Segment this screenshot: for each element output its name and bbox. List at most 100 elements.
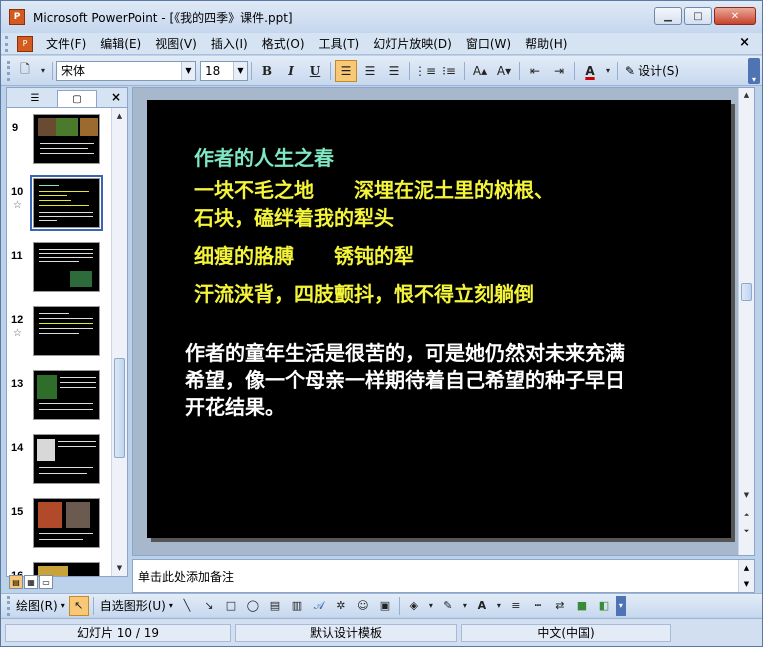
line-color-button[interactable]: ✎: [438, 596, 458, 616]
menu-view[interactable]: 视图(V): [148, 34, 204, 54]
fill-color-dropdown[interactable]: ▾: [426, 596, 436, 616]
textbox-button[interactable]: ▤: [265, 596, 285, 616]
picture-button[interactable]: ▣: [375, 596, 395, 616]
menu-window[interactable]: 窗口(W): [459, 34, 518, 54]
close-window-button[interactable]: ✕: [714, 7, 756, 25]
font-color-button[interactable]: A: [579, 60, 601, 82]
previous-slide-icon[interactable]: ⏶: [739, 508, 754, 522]
arrow-style-button[interactable]: ⇄: [550, 596, 570, 616]
draw-font-color-button[interactable]: A: [472, 596, 492, 616]
numbering-button[interactable]: ⋮≡: [414, 60, 436, 82]
tab-slides[interactable]: ▢: [57, 90, 97, 107]
diagram-button[interactable]: ✲: [331, 596, 351, 616]
bullets-button[interactable]: ⁝≡: [438, 60, 460, 82]
toolbar-grip[interactable]: [7, 60, 13, 81]
3d-style-button[interactable]: ◧: [594, 596, 614, 616]
thumbnail-row[interactable]: 14: [7, 434, 111, 498]
rectangle-button[interactable]: □: [221, 596, 241, 616]
normal-view-button[interactable]: ▤: [9, 575, 23, 589]
menu-insert[interactable]: 插入(I): [204, 34, 255, 54]
toolbar-grip[interactable]: [7, 595, 13, 616]
toolbar-options-button[interactable]: ▾: [615, 595, 626, 616]
next-slide-icon[interactable]: ⏷: [739, 524, 754, 538]
font-name-combo[interactable]: 宋体 ▼: [56, 60, 196, 81]
thumbnail-row[interactable]: 15: [7, 498, 111, 562]
line-button[interactable]: ╲: [177, 596, 197, 616]
slide-thumbnail[interactable]: [33, 306, 100, 356]
draw-font-color-dropdown[interactable]: ▾: [494, 596, 504, 616]
autoshapes-menu-button[interactable]: 自选图形(U) ▾: [100, 597, 173, 614]
slide-scrollbar[interactable]: ▲ ▼ ⏶ ⏷: [738, 88, 754, 555]
dash-style-button[interactable]: ┅: [528, 596, 548, 616]
close-document-button[interactable]: ×: [739, 35, 750, 50]
arrow-button[interactable]: ↘: [199, 596, 219, 616]
slide-thumbnail[interactable]: [33, 434, 100, 484]
document-icon[interactable]: P: [17, 35, 33, 52]
title-bar[interactable]: P Microsoft PowerPoint - [《我的四季》课件.ppt] …: [1, 1, 762, 33]
thumbnail-row[interactable]: 12 ☆: [7, 306, 111, 370]
slide-yellow-line[interactable]: 一块不毛之地 深埋在泥土里的树根、: [194, 176, 554, 204]
line-style-button[interactable]: ≡: [506, 596, 526, 616]
underline-button[interactable]: U: [304, 60, 326, 82]
slide-thumbnail[interactable]: [33, 370, 100, 420]
tab-outline[interactable]: ☰: [15, 90, 55, 107]
font-size-combo[interactable]: 18 ▼: [200, 60, 248, 81]
status-design-template[interactable]: 默认设计模板: [235, 623, 457, 642]
chevron-down-icon[interactable]: ▼: [233, 61, 247, 80]
menu-edit[interactable]: 编辑(E): [93, 34, 148, 54]
select-objects-button[interactable]: ↖: [68, 595, 89, 616]
slide-thumbnail[interactable]: [33, 562, 100, 576]
scrollbar-thumb[interactable]: [114, 358, 125, 458]
menu-slideshow[interactable]: 幻灯片放映(D): [366, 34, 459, 54]
chevron-down-icon[interactable]: ▼: [181, 61, 195, 80]
menu-format[interactable]: 格式(O): [255, 34, 312, 54]
increase-font-button[interactable]: A▴: [469, 60, 491, 82]
close-panel-button[interactable]: ×: [111, 90, 121, 104]
slide-yellow-line[interactable]: 细瘦的胳膊 锈钝的犁: [194, 242, 414, 270]
font-color-dropdown[interactable]: ▾: [603, 60, 613, 82]
scrollbar-thumb[interactable]: [741, 283, 752, 301]
notes-pane[interactable]: 单击此处添加备注 ▲ ▼: [132, 559, 755, 593]
slide-thumbnail[interactable]: [33, 498, 100, 548]
oval-button[interactable]: ◯: [243, 596, 263, 616]
thumbnail-row[interactable]: 13: [7, 370, 111, 434]
powerpoint-app-icon[interactable]: P: [9, 9, 25, 25]
maximize-button[interactable]: □: [684, 7, 712, 25]
slide-sorter-view-button[interactable]: ▦: [24, 575, 38, 589]
slide-paragraph[interactable]: 作者的童年生活是很苦的，可是她仍然对未来充满 希望，像一个母亲一样期待着自己希望…: [185, 340, 705, 421]
notes-scrollbar[interactable]: ▲ ▼: [738, 560, 754, 592]
design-button[interactable]: ✎ 设计(S): [625, 62, 679, 79]
slide-thumbnail[interactable]: [33, 114, 100, 164]
scroll-up-icon[interactable]: ▲: [739, 88, 754, 102]
thumbnail-row[interactable]: 10 ☆: [7, 175, 111, 242]
align-center-button[interactable]: ☰: [359, 60, 381, 82]
toolbar-options-button[interactable]: ▾: [748, 58, 760, 84]
scroll-up-icon[interactable]: ▲: [112, 108, 127, 124]
minimize-button[interactable]: ▁: [654, 7, 682, 25]
slide-thumbnail[interactable]: [33, 242, 100, 292]
decrease-indent-button[interactable]: ⇤: [524, 60, 546, 82]
increase-indent-button[interactable]: ⇥: [548, 60, 570, 82]
align-left-button[interactable]: ☰: [335, 59, 357, 82]
slide-thumbnail-selected[interactable]: [30, 175, 103, 231]
thumbnail-row[interactable]: 11: [7, 242, 111, 306]
shadow-style-button[interactable]: ■: [572, 596, 592, 616]
draw-menu-button[interactable]: 绘图(R) ▾: [16, 597, 65, 614]
slideshow-view-button[interactable]: ▭: [39, 575, 53, 589]
bold-button[interactable]: B: [256, 60, 278, 82]
slide-title[interactable]: 作者的人生之春: [194, 142, 334, 171]
scroll-down-icon[interactable]: ▼: [739, 576, 754, 592]
thumbnail-row[interactable]: 9: [7, 114, 111, 178]
align-right-button[interactable]: ☰: [383, 60, 405, 82]
scroll-down-icon[interactable]: ▼: [739, 488, 754, 502]
slide-yellow-line[interactable]: 汗流浃背，四肢颤抖，恨不得立刻躺倒: [194, 280, 534, 308]
clipart-button[interactable]: ☺: [353, 596, 373, 616]
scroll-up-icon[interactable]: ▲: [739, 560, 754, 576]
menu-help[interactable]: 帮助(H): [518, 34, 574, 54]
notes-placeholder[interactable]: 单击此处添加备注: [138, 568, 234, 585]
menu-file[interactable]: 文件(F): [39, 34, 93, 54]
current-slide[interactable]: 作者的人生之春 一块不毛之地 深埋在泥土里的树根、 石块，磕绊着我的犁头 细瘦的…: [147, 100, 731, 538]
slides-panel-scrollbar[interactable]: ▲ ▼: [111, 108, 127, 576]
new-document-dropdown[interactable]: ▾: [38, 60, 48, 82]
decrease-font-button[interactable]: A▾: [493, 60, 515, 82]
